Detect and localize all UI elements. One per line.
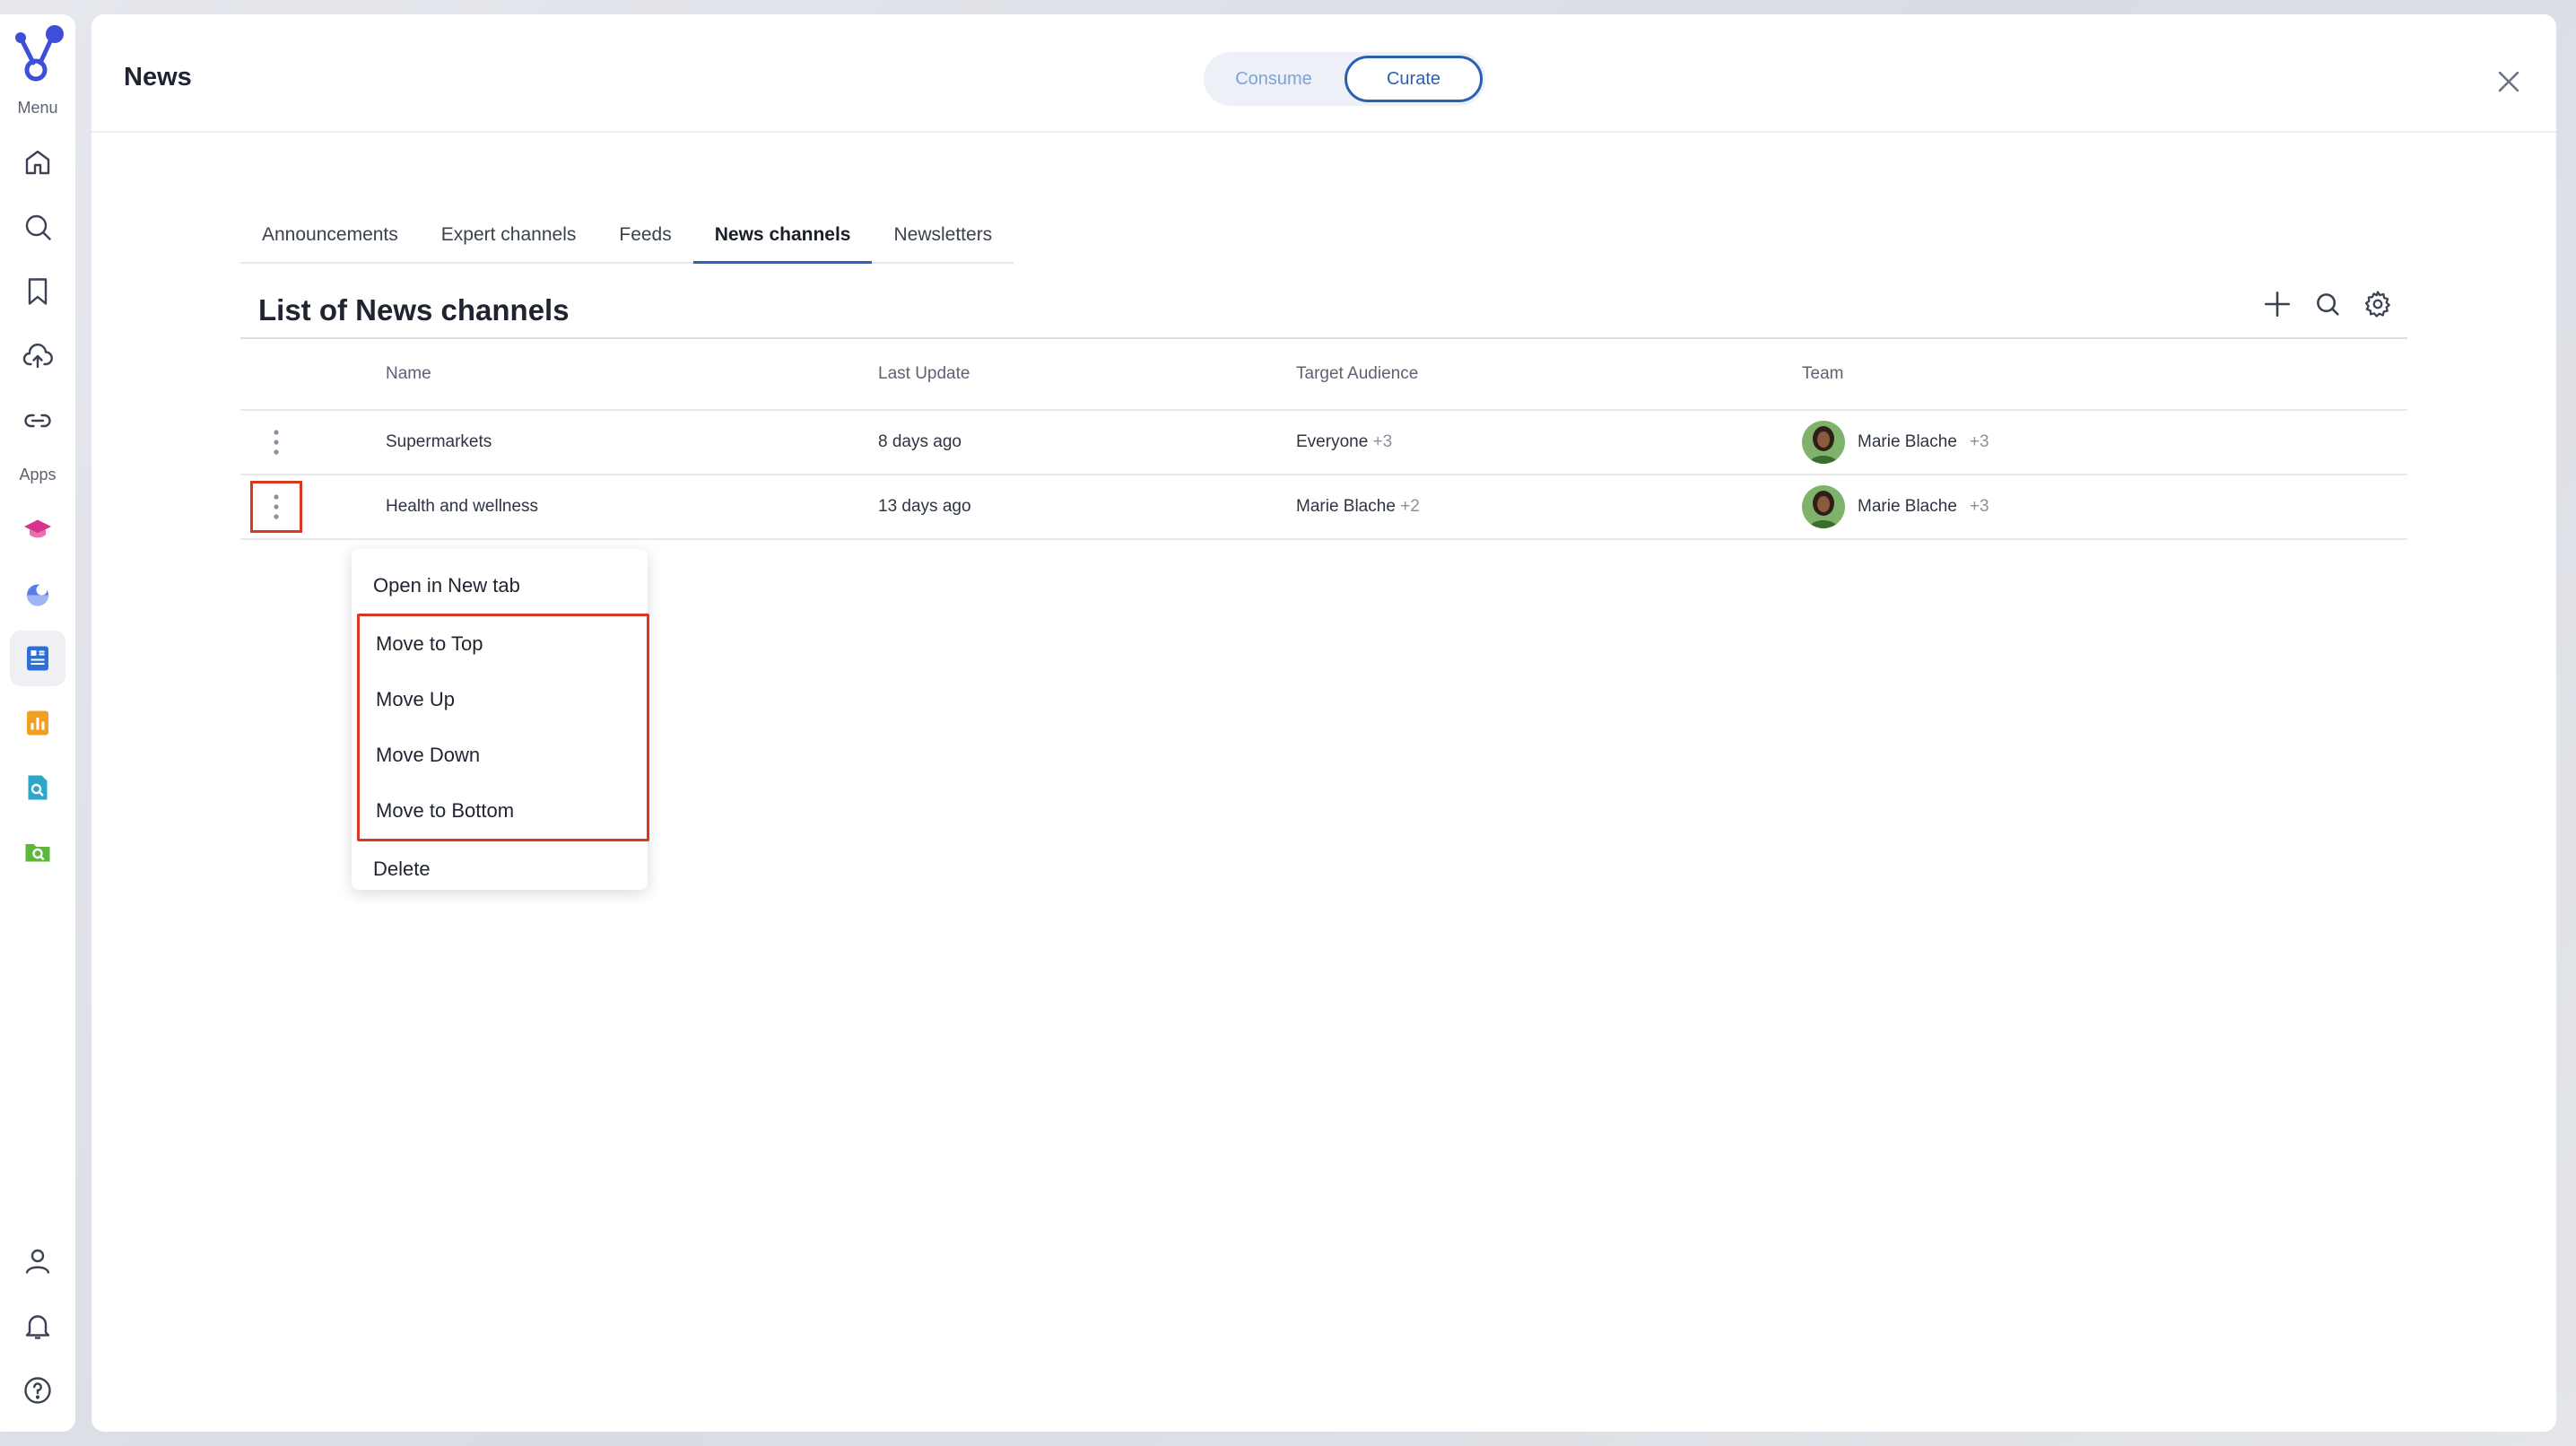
column-target-audience[interactable]: Target Audience <box>1296 364 1802 384</box>
channels-table: Name Last Update Target Audience Team Su… <box>240 339 2407 540</box>
kebab-menu-icon <box>274 494 279 519</box>
team: Marie Blache +3 <box>1802 421 2407 464</box>
home-icon <box>25 150 50 175</box>
link-icon <box>24 414 51 428</box>
target-audience: Everyone +3 <box>1296 432 1802 452</box>
app-learning[interactable] <box>10 501 65 557</box>
row-actions-button[interactable] <box>250 416 302 468</box>
list-settings-button[interactable] <box>2363 289 2393 324</box>
graduation-cap-icon <box>24 519 51 538</box>
last-update: 8 days ago <box>878 432 962 451</box>
table-row[interactable]: Supermarkets 8 days ago Everyone +3 Mari… <box>240 411 2407 475</box>
app-news[interactable] <box>10 631 65 686</box>
notifications-button[interactable] <box>10 1298 65 1354</box>
moon-chart-icon <box>27 584 48 606</box>
avatar <box>1802 485 1845 528</box>
links-button[interactable] <box>10 393 65 449</box>
list-title: List of News channels <box>258 293 570 327</box>
news-panel: News Consume Curate Announcements Expert… <box>91 14 2556 1432</box>
close-icon <box>2498 71 2519 92</box>
apps-label: Apps <box>19 466 57 483</box>
team: Marie Blache +3 <box>1802 485 2407 528</box>
team-more-count[interactable]: +3 <box>1970 497 1989 517</box>
profile-button[interactable] <box>10 1233 65 1289</box>
column-last-update[interactable]: Last Update <box>878 364 1296 384</box>
menu-move-down[interactable]: Move Down <box>360 727 647 783</box>
menu-open-new-tab[interactable]: Open in New tab <box>352 558 648 614</box>
menu-delete[interactable]: Delete <box>352 841 648 897</box>
audience-more-count[interactable]: +2 <box>1400 497 1420 516</box>
menu-move-to-bottom[interactable]: Move to Bottom <box>360 783 647 839</box>
page-title: News <box>124 63 192 91</box>
app-analytics[interactable] <box>10 695 65 751</box>
curate-toggle-option[interactable]: Curate <box>1345 56 1483 102</box>
bookmark-icon <box>28 278 48 305</box>
kebab-menu-icon <box>274 430 279 455</box>
team-member-name: Marie Blache <box>1858 497 1957 516</box>
tab-news-channels[interactable]: News channels <box>692 208 873 264</box>
help-icon <box>24 1377 51 1404</box>
tab-announcements[interactable]: Announcements <box>240 208 420 262</box>
tab-feeds[interactable]: Feeds <box>597 208 692 262</box>
channel-tabs: Announcements Expert channels Feeds News… <box>240 208 1014 264</box>
target-audience: Marie Blache +2 <box>1296 497 1802 517</box>
tab-newsletters[interactable]: Newsletters <box>872 208 1014 262</box>
row-actions-button[interactable] <box>250 481 302 533</box>
upload-button[interactable] <box>10 328 65 384</box>
cloud-upload-icon <box>22 344 53 369</box>
app-logo[interactable] <box>8 23 67 86</box>
channel-name[interactable]: Supermarkets <box>386 432 878 452</box>
bookmarks-button[interactable] <box>10 264 65 319</box>
plus-icon <box>2264 291 2291 318</box>
list-tools <box>2262 289 2393 324</box>
channel-name[interactable]: Health and wellness <box>386 497 878 517</box>
panel-header: News Consume Curate <box>91 14 2556 133</box>
audience-label: Marie Blache <box>1296 497 1396 516</box>
avatar <box>1802 421 1845 464</box>
list-header: List of News channels <box>240 283 2407 339</box>
gear-icon <box>2364 291 2390 318</box>
search-button[interactable] <box>10 199 65 255</box>
app-documents[interactable] <box>10 760 65 815</box>
audience-label: Everyone <box>1296 432 1369 451</box>
team-more-count[interactable]: +3 <box>1970 432 1989 452</box>
news-icon <box>27 646 48 671</box>
bar-chart-icon <box>27 710 48 736</box>
home-button[interactable] <box>10 135 65 190</box>
column-name[interactable]: Name <box>386 364 878 384</box>
help-button[interactable] <box>10 1363 65 1418</box>
bell-icon <box>25 1315 50 1339</box>
table-row[interactable]: Health and wellness 13 days ago Marie Bl… <box>240 475 2407 540</box>
menu-move-to-top[interactable]: Move to Top <box>360 616 647 672</box>
search-icon <box>2317 293 2339 316</box>
row-context-menu: Open in New tab Move to Top Move Up Move… <box>352 549 649 890</box>
folder-search-icon <box>25 844 50 862</box>
table-header: Name Last Update Target Audience Team <box>240 339 2407 411</box>
search-icon <box>25 214 51 240</box>
tab-expert-channels[interactable]: Expert channels <box>420 208 598 262</box>
consume-toggle-option[interactable]: Consume <box>1206 56 1341 102</box>
menu-label: Menu <box>17 99 58 117</box>
add-channel-button[interactable] <box>2262 289 2293 324</box>
column-team[interactable]: Team <box>1802 364 2407 384</box>
left-rail: Menu Apps <box>0 14 75 1432</box>
search-list-button[interactable] <box>2312 289 2343 324</box>
app-explorer[interactable] <box>10 824 65 880</box>
move-options-group: Move to Top Move Up Move Down Move to Bo… <box>357 614 649 841</box>
app-insights[interactable] <box>10 566 65 622</box>
user-icon <box>25 1249 50 1274</box>
team-member-name: Marie Blache <box>1858 432 1957 451</box>
document-search-icon <box>28 775 48 800</box>
close-button[interactable] <box>2493 66 2524 97</box>
last-update: 13 days ago <box>878 497 971 516</box>
audience-more-count[interactable]: +3 <box>1373 432 1393 451</box>
menu-move-up[interactable]: Move Up <box>360 672 647 727</box>
mode-toggle: Consume Curate <box>1204 52 1485 106</box>
